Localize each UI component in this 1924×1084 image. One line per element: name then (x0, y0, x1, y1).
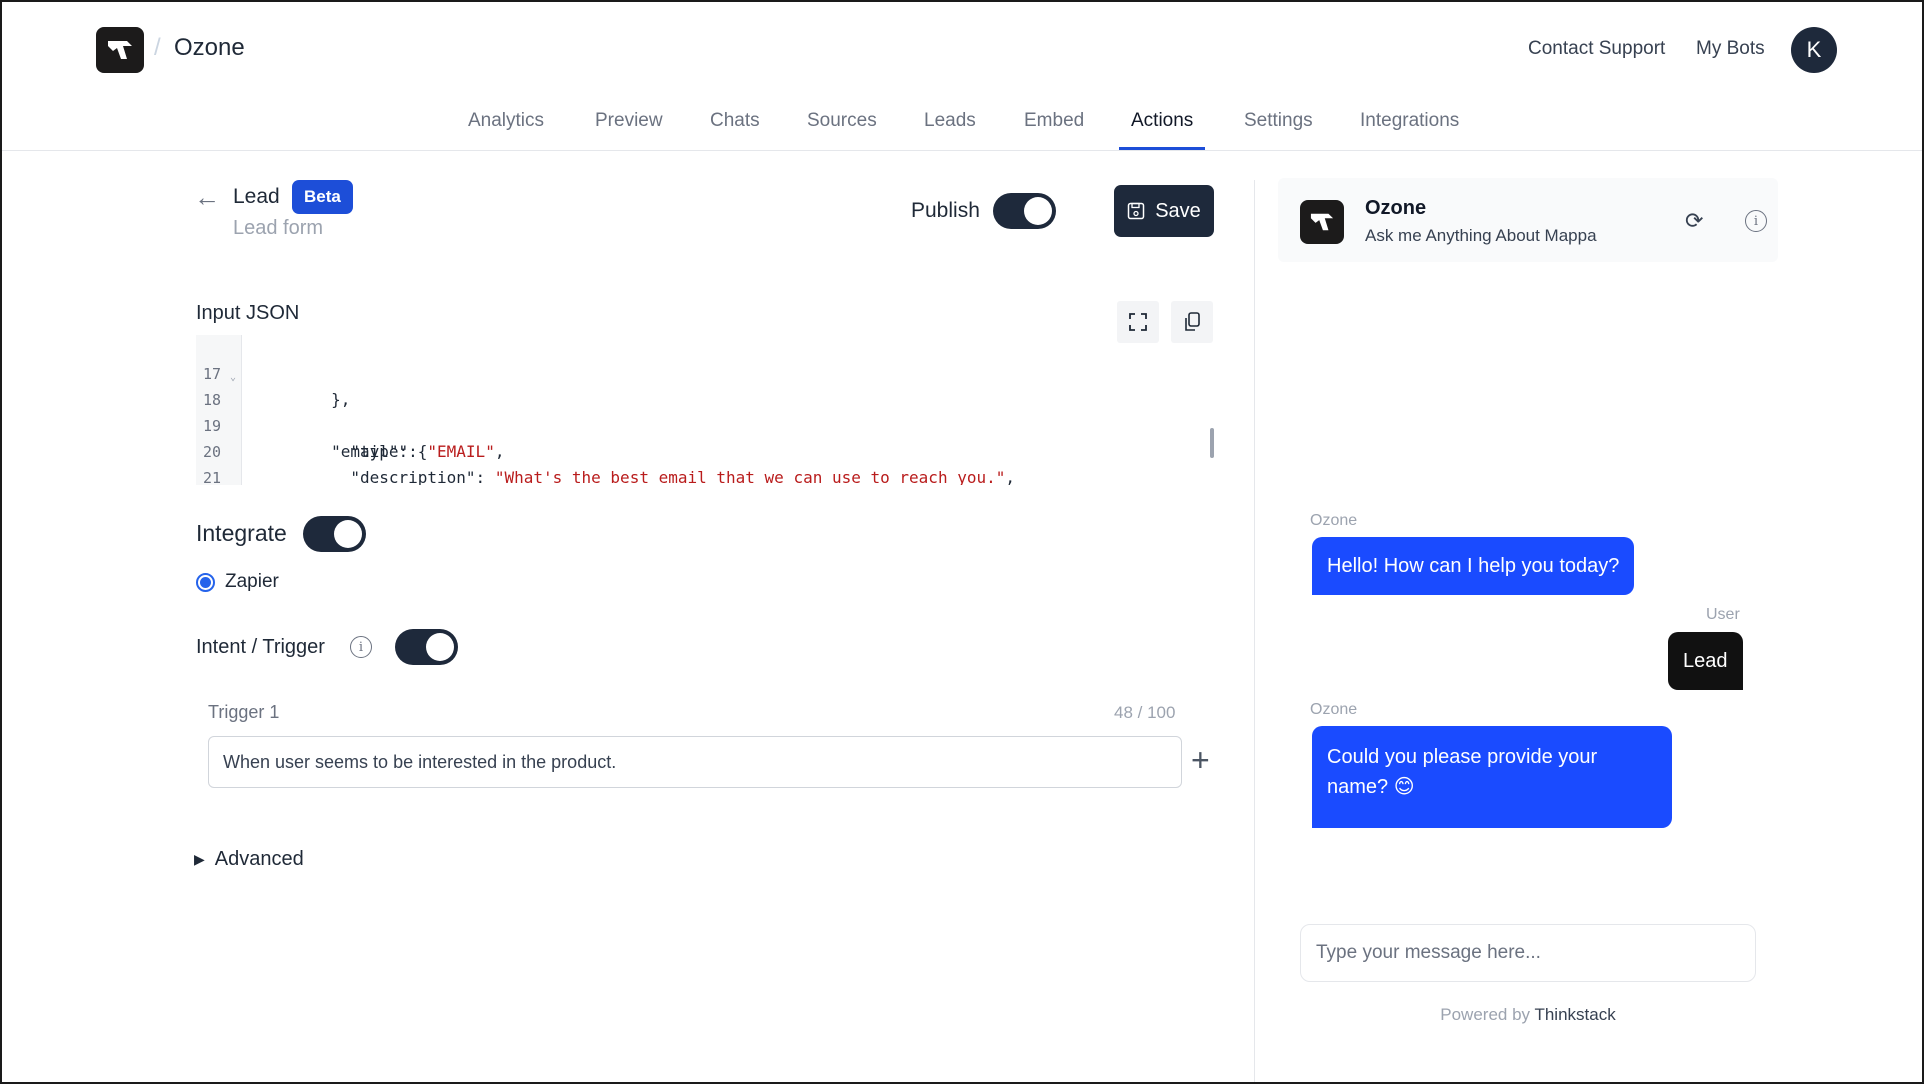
code-line: 22 } (196, 465, 235, 485)
beta-badge: Beta (292, 180, 353, 214)
save-button[interactable]: Save (1114, 185, 1214, 237)
toggle-knob (334, 520, 362, 548)
app-title: Ozone (174, 34, 245, 61)
code-text: "type": "EMAIL", (254, 442, 505, 461)
code-line: 20 "description": "What's the best email… (196, 413, 1015, 485)
tab-analytics[interactable]: Analytics (468, 108, 544, 150)
thinkstack-logo-icon (1310, 213, 1334, 231)
powered-prefix: Powered by (1440, 1005, 1531, 1024)
chat-info-icon[interactable]: i (1745, 210, 1767, 232)
integrate-toggle[interactable] (303, 516, 366, 552)
intent-trigger-label: Intent / Trigger (196, 636, 325, 658)
publish-toggle[interactable] (993, 193, 1056, 229)
message-sender: Ozone (1310, 701, 1358, 718)
header-divider (2, 150, 1922, 151)
integrate-label: Integrate (196, 520, 287, 546)
trigger-label: Trigger 1 (208, 702, 280, 722)
info-icon[interactable]: i (350, 636, 372, 658)
my-bots-link[interactable]: My Bots (1696, 38, 1765, 60)
chat-bot-logo (1300, 200, 1344, 244)
tab-embed[interactable]: Embed (1024, 108, 1084, 150)
code-text: "description": "What's the best email th… (254, 468, 1016, 485)
advanced-label: Advanced (214, 848, 304, 870)
tab-preview[interactable]: Preview (595, 108, 663, 150)
trigger-char-count: 48 / 100 (1114, 703, 1176, 722)
code-line: 21 "mandatory": true (196, 439, 235, 485)
save-icon (1127, 202, 1145, 220)
save-label: Save (1155, 199, 1201, 222)
code-line: 19 "type": "EMAIL", (196, 387, 504, 461)
brand-logo[interactable] (96, 27, 144, 73)
bot-message: Hello! How can I help you today? (1312, 537, 1635, 595)
tab-integrations[interactable]: Integrations (1360, 108, 1459, 150)
add-trigger-icon[interactable]: + (1191, 742, 1210, 779)
advanced-toggle[interactable]: ▶ Advanced (194, 848, 304, 871)
zapier-radio[interactable] (196, 573, 215, 592)
action-title: Lead (233, 185, 280, 208)
bot-message: Could you please provide your name? 😊 (1312, 726, 1672, 828)
publish-label: Publish (911, 199, 980, 222)
zapier-label: Zapier (225, 571, 279, 592)
code-line: 17 }, (196, 335, 350, 409)
user-avatar[interactable]: K (1791, 27, 1837, 73)
caret-right-icon: ▶ (194, 851, 205, 867)
chat-message-input[interactable] (1300, 924, 1756, 982)
powered-by: Powered by Thinkstack (1300, 1005, 1756, 1025)
back-arrow-icon[interactable]: ← (194, 182, 220, 213)
user-message: Lead (1668, 632, 1743, 690)
tab-chats[interactable]: Chats (710, 108, 760, 150)
message-sender: Ozone (1310, 512, 1358, 529)
contact-support-link[interactable]: Contact Support (1528, 38, 1665, 60)
input-json-label: Input JSON (196, 302, 300, 324)
panel-divider (1254, 180, 1255, 1082)
tab-settings[interactable]: Settings (1244, 108, 1313, 150)
tab-leads[interactable]: Leads (924, 108, 976, 150)
message-sender: User (1706, 606, 1740, 623)
breadcrumb-separator: / (154, 34, 161, 61)
tab-sources[interactable]: Sources (807, 108, 877, 150)
refresh-icon[interactable]: ⟳ (1685, 208, 1703, 234)
thinkstack-logo-icon (108, 41, 132, 59)
chat-bot-name: Ozone (1365, 197, 1427, 219)
code-text: }, (254, 390, 351, 409)
tab-actions[interactable]: Actions (1118, 108, 1206, 150)
chat-bot-subtitle: Ask me Anything About Mappa (1365, 226, 1597, 245)
powered-brand-link[interactable]: Thinkstack (1534, 1005, 1615, 1024)
expand-icon (1129, 313, 1147, 331)
editor-scrollbar[interactable] (1210, 428, 1214, 458)
toggle-knob (1024, 197, 1052, 225)
json-editor[interactable]: 17 }, 18 ⌄ "email": { 19 "type": "EMAIL"… (196, 335, 1216, 485)
toggle-knob (426, 633, 454, 661)
trigger-input[interactable] (208, 736, 1182, 788)
copy-icon (1185, 312, 1200, 331)
intent-trigger-toggle[interactable] (395, 629, 458, 665)
radio-dot (200, 577, 211, 588)
code-line: 18 ⌄ "email": { (196, 361, 427, 461)
action-subtitle: Lead form (233, 217, 324, 239)
